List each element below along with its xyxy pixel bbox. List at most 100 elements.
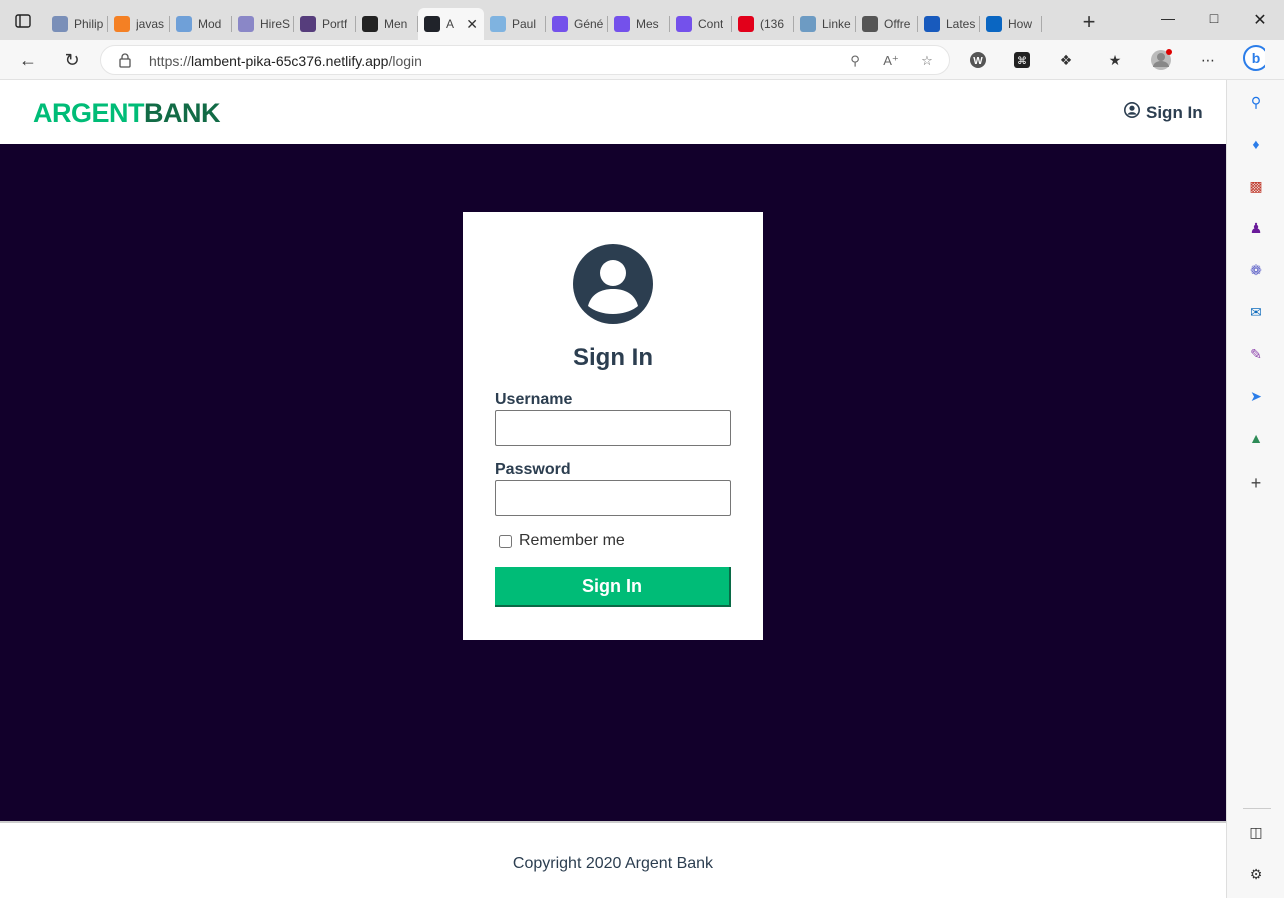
copyright-text: Copyright 2020 Argent Bank <box>512 855 714 872</box>
browser-tab[interactable]: Portf <box>294 8 356 40</box>
remember-me-label[interactable]: Remember me <box>519 532 625 550</box>
browser-tab[interactable]: HireS <box>232 8 294 40</box>
remember-me-row: Remember me <box>499 532 625 550</box>
hide-sidebar-icon[interactable]: ◫ <box>1246 822 1266 842</box>
outlook-icon[interactable]: ✉ <box>1246 302 1266 322</box>
browser-tab[interactable]: Linke <box>794 8 856 40</box>
code-icon <box>490 16 506 32</box>
settings-gear-icon[interactable]: ⚙ <box>1246 864 1266 884</box>
browser-tab[interactable]: (136 <box>732 8 794 40</box>
tab-label: Géné <box>574 17 604 31</box>
logo-part-argent: ARGENT <box>33 98 145 128</box>
browser-tab[interactable]: Paul <box>484 8 546 40</box>
browser-tab[interactable]: How <box>980 8 1042 40</box>
password-label: Password <box>495 461 571 478</box>
username-label: Username <box>495 391 573 408</box>
games-icon[interactable]: ♟ <box>1246 218 1266 238</box>
diamond-icon <box>176 16 192 32</box>
svg-text:b: b <box>1252 50 1261 66</box>
sign-in-title: Sign In <box>573 344 653 371</box>
office-icon[interactable]: ❁ <box>1246 260 1266 280</box>
site-footer: Copyright 2020 Argent Bank <box>0 821 1226 898</box>
tab-label: Philip <box>74 17 104 31</box>
remember-me-checkbox[interactable] <box>499 534 512 548</box>
tab-label: A <box>446 17 455 31</box>
search-icon[interactable]: ⚲ <box>1246 92 1266 112</box>
linkedin-icon <box>800 16 816 32</box>
add-sidebar-app-icon[interactable]: + <box>1246 473 1266 493</box>
tab-label: Portf <box>322 17 348 31</box>
read-aloud-icon[interactable]: A⁺ <box>881 51 901 71</box>
close-tab-icon[interactable]: ✕ <box>466 16 478 33</box>
browser-tab[interactable]: Mes <box>608 8 670 40</box>
browser-tab[interactable]: Cont <box>670 8 732 40</box>
bootstrap-icon <box>300 16 316 32</box>
openclassrooms-icon <box>614 16 630 32</box>
tab-label: (136 <box>760 17 785 31</box>
url-host: lambent-pika-65c376.netlify.app <box>191 53 389 69</box>
designer-icon[interactable]: ✎ <box>1246 344 1266 364</box>
browser-tab[interactable]: A ✕ <box>418 8 484 40</box>
tools-icon[interactable]: ▩ <box>1246 176 1266 196</box>
site-header: ARGENTBANK Sign In <box>0 80 1226 144</box>
more-menu-icon[interactable]: ⋯ <box>1197 49 1219 71</box>
word-icon <box>924 16 940 32</box>
tab-label: Mod <box>198 17 222 31</box>
tab-label: Lates <box>946 17 976 31</box>
tab-actions-icon[interactable] <box>8 10 38 32</box>
extensions-puzzle-icon[interactable]: ❖ <box>1055 49 1077 71</box>
favorites-icon[interactable]: ★ <box>1104 49 1126 71</box>
tree-icon[interactable]: ▲ <box>1246 428 1266 448</box>
sign-in-button[interactable]: Sign In <box>495 567 731 607</box>
minimize-button[interactable]: — <box>1158 10 1178 30</box>
back-button[interactable]: ← <box>16 48 40 72</box>
sfr-icon <box>738 16 754 32</box>
logo-part-bank: BANK <box>144 98 221 128</box>
send-icon[interactable]: ➤ <box>1246 386 1266 406</box>
password-input[interactable] <box>495 480 731 516</box>
tab-label: Linke <box>822 17 851 31</box>
browser-tab[interactable]: Philip <box>46 8 108 40</box>
browser-tab-bar: Philip javas Mod HireS Portf Men A ✕ Paul Géné Mes… <box>0 0 1284 40</box>
extension-command-icon[interactable]: ⌘ <box>1011 49 1033 71</box>
url-field[interactable]: https://lambent-pika-65c376.netlify.app/… <box>100 45 950 75</box>
username-input[interactable] <box>495 410 731 446</box>
url-path: /login <box>388 53 422 69</box>
main-background: Sign In Username Password Remember me Si… <box>0 144 1226 821</box>
key-icon[interactable]: ⚲ <box>845 51 865 71</box>
url-prefix: https:// <box>149 53 192 69</box>
browser-tab[interactable]: Men <box>356 8 418 40</box>
stackoverflow-icon <box>114 16 130 32</box>
close-window-button[interactable]: ✕ <box>1250 10 1270 30</box>
react-icon <box>424 16 440 32</box>
openclassrooms-icon <box>676 16 692 32</box>
refresh-button[interactable]: ↻ <box>60 48 84 72</box>
browser-tab[interactable]: Mod <box>170 8 232 40</box>
browser-tab[interactable]: Lates <box>918 8 980 40</box>
argent-bank-logo[interactable]: ARGENTBANK <box>33 98 221 129</box>
new-tab-button[interactable]: + <box>1078 11 1100 34</box>
extension-w-icon[interactable]: W <box>967 49 989 71</box>
github-icon <box>362 16 378 32</box>
browser-tab[interactable]: Géné <box>546 8 608 40</box>
maximize-button[interactable]: □ <box>1204 10 1224 30</box>
shopping-tag-icon[interactable]: ♦ <box>1246 134 1266 154</box>
bing-icon[interactable]: b <box>1243 45 1265 71</box>
user-circle-icon <box>1124 102 1140 123</box>
linkedin-icon <box>986 16 1002 32</box>
url-text: https://lambent-pika-65c376.netlify.app/… <box>149 53 422 69</box>
openclassrooms-icon <box>552 16 568 32</box>
browser-tab[interactable]: Offre <box>856 8 918 40</box>
tab-strip: Philip javas Mod HireS Portf Men A ✕ Paul Géné Mes… <box>46 8 1042 40</box>
header-sign-in-link[interactable]: Sign In <box>1124 102 1203 123</box>
lock-icon[interactable] <box>119 53 131 73</box>
address-bar: ← ↻ https://lambent-pika-65c376.netlify.… <box>0 40 1284 80</box>
sign-in-card: Sign In Username Password Remember me Si… <box>463 212 763 640</box>
user-avatar-icon <box>573 244 653 324</box>
add-favorite-icon[interactable]: ☆ <box>917 51 937 71</box>
hire-icon <box>238 16 254 32</box>
tab-label: How <box>1008 17 1033 31</box>
profile-avatar[interactable] <box>1150 49 1172 71</box>
tab-label: Mes <box>636 17 659 31</box>
browser-tab[interactable]: javas <box>108 8 170 40</box>
